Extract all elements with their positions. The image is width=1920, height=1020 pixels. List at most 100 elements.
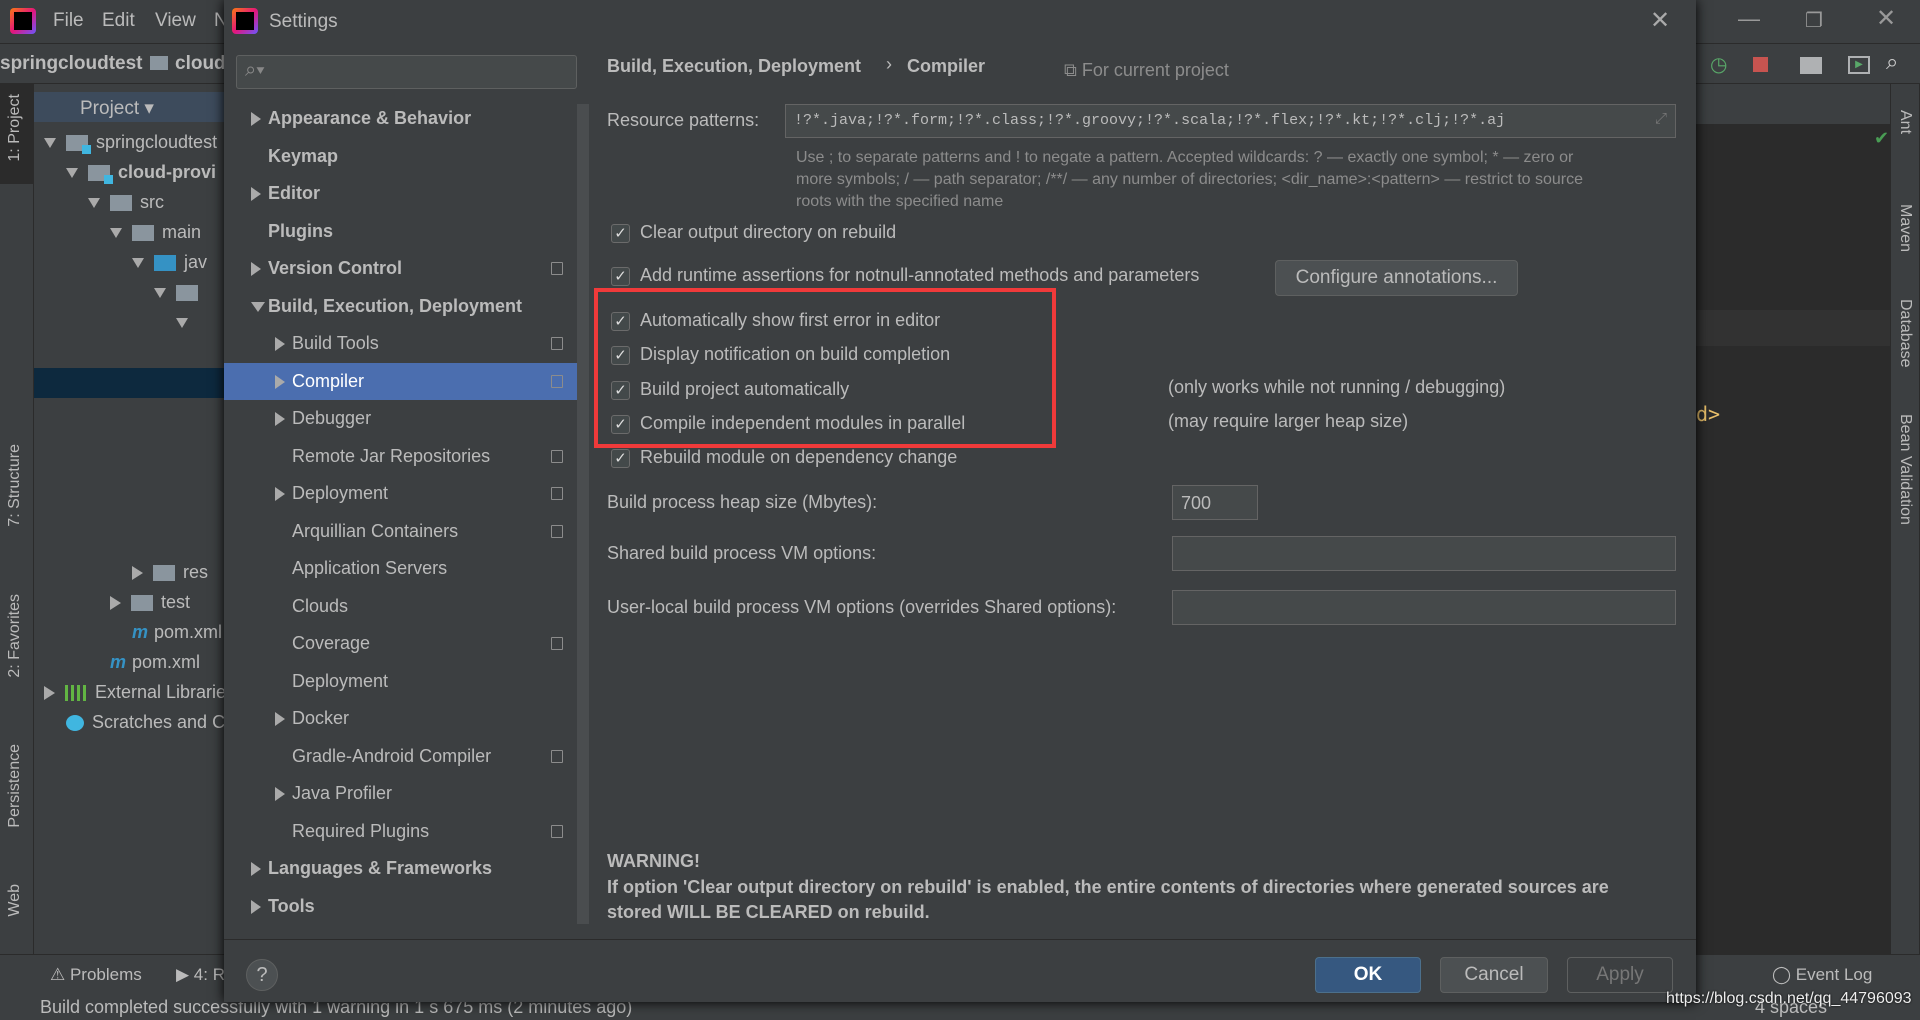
minimize-icon[interactable]: — bbox=[1738, 6, 1760, 32]
collapsed-arrow-icon[interactable] bbox=[275, 337, 285, 351]
collapsed-arrow-icon[interactable] bbox=[251, 262, 261, 276]
settings-tree-item-build-execution-deployment[interactable]: Build, Execution, Deployment bbox=[224, 288, 577, 325]
settings-tree-item-coverage[interactable]: Coverage bbox=[224, 625, 577, 662]
tool-project[interactable]: 1: Project bbox=[6, 94, 24, 162]
tool-favorites[interactable]: 2: Favorites bbox=[6, 594, 24, 678]
collapsed-arrow-icon[interactable] bbox=[251, 862, 261, 876]
collapsed-arrow-icon[interactable] bbox=[275, 787, 285, 801]
expanded-arrow-icon[interactable] bbox=[132, 258, 144, 269]
breadcrumb-project[interactable]: springcloudtest bbox=[0, 53, 143, 75]
ok-button[interactable]: OK bbox=[1315, 957, 1421, 993]
resource-patterns-input[interactable]: !?*.java;!?*.form;!?*.class;!?*.groovy;!… bbox=[785, 104, 1676, 138]
project-tree-item[interactable]: m pom.xml bbox=[34, 647, 224, 677]
project-tree-item[interactable] bbox=[34, 277, 224, 307]
settings-tree-item-application-servers[interactable]: Application Servers bbox=[224, 550, 577, 587]
project-tree-item[interactable]: springcloudtest bbox=[34, 127, 224, 157]
collapsed-arrow-icon[interactable] bbox=[275, 374, 285, 389]
help-button[interactable]: ? bbox=[246, 959, 278, 991]
expanded-arrow-icon[interactable] bbox=[251, 301, 265, 312]
settings-search-input[interactable]: ⌕▾ bbox=[236, 55, 577, 89]
settings-tree-item-deployment[interactable]: Deployment bbox=[224, 663, 577, 700]
expanded-arrow-icon[interactable] bbox=[66, 168, 78, 179]
stop-icon[interactable] bbox=[1753, 57, 1768, 72]
settings-tree-item-keymap[interactable]: Keymap bbox=[224, 138, 577, 175]
project-tree-item[interactable]: External Librarie bbox=[34, 677, 224, 707]
tool-bean-validation[interactable]: Bean Validation bbox=[1896, 414, 1914, 525]
terminal-icon[interactable]: ▶ bbox=[1848, 56, 1870, 74]
settings-tree-item-compiler[interactable]: Compiler bbox=[224, 362, 577, 400]
project-tree-item[interactable] bbox=[34, 307, 224, 337]
collapsed-arrow-icon[interactable] bbox=[132, 566, 143, 581]
settings-tree-label: Required Plugins bbox=[292, 820, 430, 841]
cancel-button[interactable]: Cancel bbox=[1440, 957, 1548, 993]
project-structure-icon[interactable] bbox=[1800, 57, 1822, 74]
expanded-arrow-icon[interactable] bbox=[88, 198, 100, 209]
expanded-arrow-icon[interactable] bbox=[176, 318, 188, 329]
settings-tree-item-build-tools[interactable]: Build Tools bbox=[224, 325, 577, 362]
settings-tree-item-debugger[interactable]: Debugger bbox=[224, 400, 577, 437]
collapsed-arrow-icon[interactable] bbox=[275, 712, 285, 726]
project-panel-header[interactable]: Project ▾ bbox=[34, 92, 224, 122]
expand-icon[interactable]: ⤢ bbox=[1655, 110, 1667, 128]
settings-tree-item-java-profiler[interactable]: Java Profiler bbox=[224, 775, 577, 812]
heap-size-input[interactable]: 700 bbox=[1172, 485, 1258, 520]
shared-vm-options-input[interactable] bbox=[1172, 536, 1676, 571]
close-icon[interactable]: ✕ bbox=[1650, 6, 1670, 35]
settings-tree-item-gradle-android-compiler[interactable]: Gradle-Android Compiler bbox=[224, 738, 577, 775]
collapsed-arrow-icon[interactable] bbox=[251, 187, 261, 201]
configure-annotations-button[interactable]: Configure annotations... bbox=[1275, 260, 1518, 296]
project-tree-item[interactable]: src bbox=[34, 187, 224, 217]
settings-tree-item-editor[interactable]: Editor bbox=[224, 175, 577, 212]
settings-tree-item-clouds[interactable]: Clouds bbox=[224, 588, 577, 625]
settings-tree-item-required-plugins[interactable]: Required Plugins bbox=[224, 813, 577, 850]
tab-problems[interactable]: ⚠ Problems bbox=[50, 965, 142, 985]
checkbox[interactable]: ✓ bbox=[611, 224, 630, 243]
expanded-arrow-icon[interactable] bbox=[44, 138, 56, 149]
settings-tree-item-deployment[interactable]: Deployment bbox=[224, 475, 577, 512]
tool-persistence[interactable]: Persistence bbox=[6, 744, 24, 828]
settings-tree-item-appearance-behavior[interactable]: Appearance & Behavior bbox=[224, 100, 577, 137]
collapsed-arrow-icon[interactable] bbox=[251, 112, 261, 126]
user-vm-options-input[interactable] bbox=[1172, 590, 1676, 625]
tool-web[interactable]: Web bbox=[6, 884, 24, 917]
settings-tree-item-languages-frameworks[interactable]: Languages & Frameworks bbox=[224, 850, 577, 887]
window-close-icon[interactable]: ✕ bbox=[1876, 4, 1896, 33]
settings-tree-item-plugins[interactable]: Plugins bbox=[224, 213, 577, 250]
project-tree-item[interactable]: Scratches and C bbox=[34, 707, 224, 737]
checkbox[interactable]: ✓ bbox=[611, 449, 630, 468]
run-coverage-icon[interactable]: ◷ bbox=[1710, 52, 1727, 77]
menu-edit[interactable]: Edit bbox=[102, 10, 135, 32]
settings-tree-item-arquillian-containers[interactable]: Arquillian Containers bbox=[224, 513, 577, 550]
settings-tree-item-tools[interactable]: Tools bbox=[224, 888, 577, 925]
event-log-button[interactable]: ◯ Event Log bbox=[1772, 965, 1872, 985]
expanded-arrow-icon[interactable] bbox=[154, 288, 166, 299]
collapsed-arrow-icon[interactable] bbox=[251, 899, 261, 914]
settings-tree-item-version-control[interactable]: Version Control bbox=[224, 250, 577, 287]
settings-tree-item-docker[interactable]: Docker bbox=[224, 700, 577, 737]
apply-button[interactable]: Apply bbox=[1567, 957, 1673, 993]
restore-icon[interactable]: ❐ bbox=[1805, 8, 1823, 33]
collapsed-arrow-icon[interactable] bbox=[110, 596, 121, 611]
expanded-arrow-icon[interactable] bbox=[110, 228, 122, 239]
collapsed-arrow-icon[interactable] bbox=[275, 412, 285, 426]
breadcrumb-module[interactable]: cloud bbox=[175, 53, 226, 75]
project-tree-item[interactable]: main bbox=[34, 217, 224, 247]
project-tree-item[interactable]: cloud-provi bbox=[34, 157, 224, 187]
tool-database[interactable]: Database bbox=[1896, 299, 1914, 368]
sidebar-scrollbar[interactable] bbox=[577, 104, 589, 924]
checkbox[interactable]: ✓ bbox=[611, 267, 630, 286]
tool-maven[interactable]: Maven bbox=[1896, 204, 1914, 252]
menu-file[interactable]: File bbox=[53, 10, 84, 32]
tab-run[interactable]: ▶ 4: R bbox=[176, 965, 225, 985]
project-tree-item[interactable]: m pom.xml bbox=[34, 617, 224, 647]
project-tree-item[interactable]: res bbox=[34, 557, 224, 587]
project-tree-item[interactable]: test bbox=[34, 587, 224, 617]
menu-view[interactable]: View bbox=[155, 10, 196, 32]
tool-structure[interactable]: 7: Structure bbox=[6, 444, 24, 527]
project-tree-item[interactable]: jav bbox=[34, 247, 224, 277]
settings-tree-item-remote-jar-repositories[interactable]: Remote Jar Repositories bbox=[224, 438, 577, 475]
collapsed-arrow-icon[interactable] bbox=[275, 487, 285, 501]
tool-ant[interactable]: Ant bbox=[1896, 110, 1914, 134]
collapsed-arrow-icon[interactable] bbox=[44, 686, 55, 701]
search-everywhere-icon[interactable]: ⌕ bbox=[1886, 49, 1898, 75]
